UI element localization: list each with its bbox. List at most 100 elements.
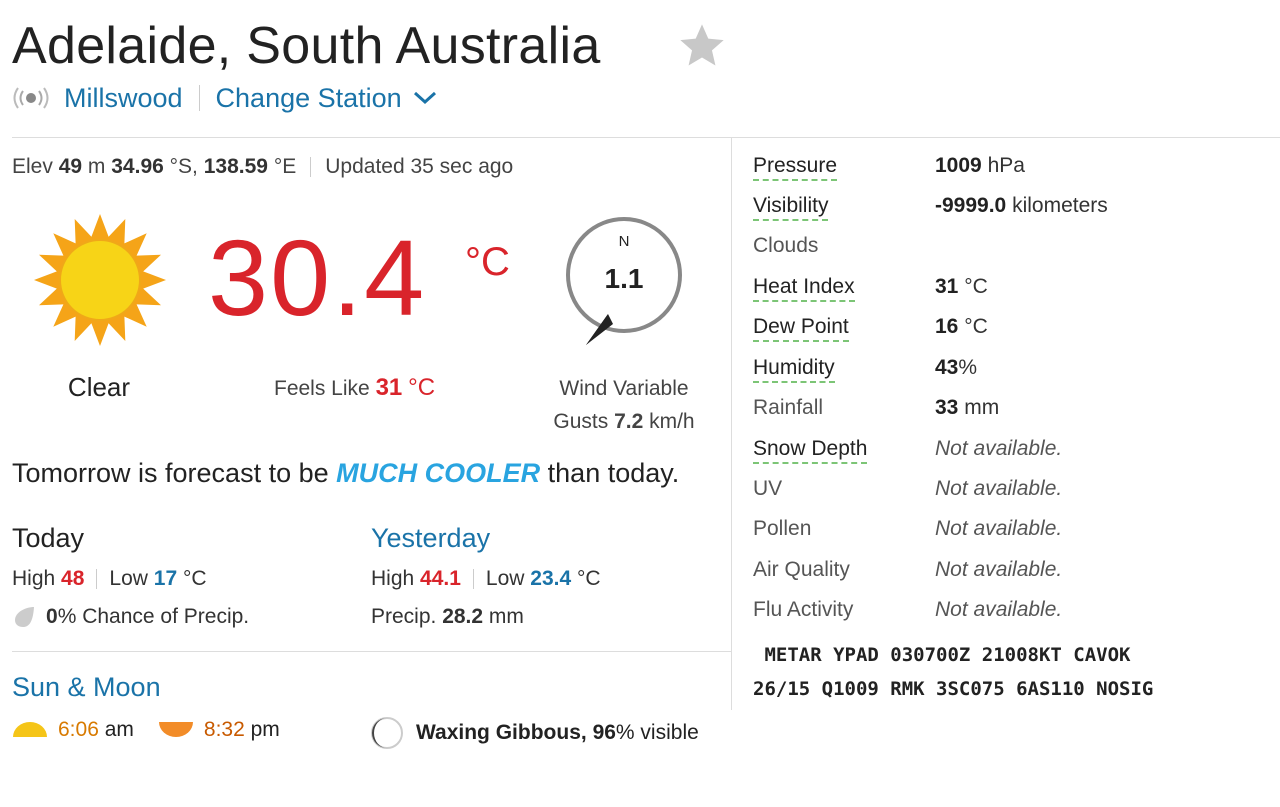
dew-point-label[interactable]: Dew Point — [753, 315, 849, 342]
divider — [198, 85, 200, 111]
uv-value: Not available. — [935, 477, 1063, 500]
humidity-unit: % — [958, 356, 978, 379]
moon-icon — [371, 717, 403, 749]
updated-value: 35 sec ago — [410, 155, 514, 178]
heat-index-label[interactable]: Heat Index — [753, 275, 855, 302]
heat-index-unit: °C — [964, 275, 988, 298]
yesterday-low-value: 23.4 — [530, 567, 572, 590]
moon-phase-name: Waxing Gibbous, — [416, 721, 587, 744]
temperature-value: 30.4 — [208, 217, 427, 338]
raindrop-icon — [15, 607, 34, 627]
dew-point-value: 16 — [935, 315, 959, 338]
updated-label: Updated — [325, 155, 405, 178]
feels-like-unit: °C — [408, 374, 436, 401]
heat-index-value: 31 — [935, 275, 959, 298]
wind-direction: N — [619, 233, 630, 250]
sun-icon — [34, 214, 166, 346]
elev-unit: m — [87, 155, 106, 178]
today-precip-text: % Chance of Precip. — [57, 605, 250, 628]
gusts-label: Gusts — [553, 410, 609, 433]
gusts-unit: km/h — [649, 410, 695, 433]
elev-value: 49 — [58, 155, 83, 178]
dew-point-unit: °C — [964, 315, 988, 338]
air-quality-label: Air Quality — [753, 558, 850, 581]
forecast-highlight: MUCH COOLER — [336, 458, 541, 488]
sunset-icon — [158, 722, 193, 737]
metar-line-1: METAR YPAD 030700Z 21008KT CAVOK — [753, 644, 1131, 666]
condition-text: Clear — [67, 372, 131, 402]
flu-activity-value: Not available. — [935, 598, 1063, 621]
today-precip: 0% Chance of Precip. — [12, 605, 249, 629]
sunrise-time: 6:06 — [58, 718, 99, 741]
today-low-label: Low — [109, 567, 148, 590]
chevron-down-icon[interactable] — [412, 89, 438, 107]
visibility-unit: kilometers — [1012, 194, 1108, 217]
today-heading: Today — [12, 523, 85, 553]
feels-like: Feels Like 31 °C — [274, 374, 435, 402]
sunrise-unit: am — [104, 718, 134, 741]
divider — [310, 157, 312, 177]
page-title: Adelaide, South Australia — [12, 17, 601, 75]
condition-row: Heat Index 31 °C — [753, 271, 1253, 311]
pressure-label[interactable]: Pressure — [753, 154, 838, 181]
change-station-button[interactable]: Change Station — [216, 83, 402, 114]
column-divider — [731, 138, 732, 710]
condition-row: Snow Depth Not available. — [753, 433, 1253, 473]
yesterday-precip: Precip. 28.2 mm — [371, 605, 524, 629]
sun-moon-heading[interactable]: Sun & Moon — [12, 672, 161, 703]
yesterday-unit: °C — [577, 567, 601, 590]
today-high-label: High — [12, 567, 56, 590]
section-divider — [12, 651, 731, 652]
humidity-value: 43 — [935, 356, 959, 379]
condition-row: Visibility -9999.0 kilometers — [753, 190, 1253, 230]
latitude-unit: °S, — [169, 155, 198, 178]
today-high-low: High 48 Low 17 °C — [12, 567, 207, 591]
condition-row: Clouds — [753, 230, 1253, 270]
divider — [96, 569, 98, 589]
metar-line-2: 26/15 Q1009 RMK 3SC075 6AS110 NOSIG — [753, 678, 1154, 700]
moon-visible-pct: 96 — [592, 721, 616, 744]
star-icon[interactable] — [676, 20, 728, 72]
wind-speed: 1.1 — [605, 263, 644, 294]
yesterday-low-label: Low — [485, 567, 525, 590]
air-quality-value: Not available. — [935, 558, 1063, 581]
wind-info: Wind Variable Gusts 7.2 km/h — [530, 372, 718, 438]
pressure-value: 1009 — [935, 154, 982, 177]
pollen-value: Not available. — [935, 517, 1063, 540]
gusts-value: 7.2 — [614, 410, 644, 433]
yesterday-precip-unit: mm — [488, 605, 524, 628]
rainfall-unit: mm — [964, 396, 1000, 419]
humidity-label[interactable]: Humidity — [753, 356, 835, 383]
moon-visible-suffix: % visible — [615, 721, 699, 744]
station-link[interactable]: Millswood — [64, 83, 183, 114]
yesterday-heading[interactable]: Yesterday — [371, 523, 490, 554]
condition-row: Rainfall 33 mm — [753, 392, 1253, 432]
today-low-value: 17 — [153, 567, 178, 590]
yesterday-high-label: High — [371, 567, 415, 590]
station-meta: Elev 49 m 34.96 °S, 138.59 °E Updated 35… — [12, 155, 513, 179]
today-unit: °C — [182, 567, 207, 590]
today-precip-value: 0 — [46, 605, 58, 628]
sun-times: 6:06 am 8:32 pm — [12, 718, 280, 742]
condition-row: Air Quality Not available. — [753, 554, 1253, 594]
forecast-suffix: than today. — [547, 458, 680, 488]
latitude-value: 34.96 — [111, 155, 164, 178]
visibility-label[interactable]: Visibility — [753, 194, 829, 221]
sunset-unit: pm — [250, 718, 280, 741]
feels-like-label: Feels Like — [274, 377, 370, 400]
rainfall-value: 33 — [935, 396, 959, 419]
yesterday-precip-label: Precip. — [371, 605, 437, 628]
forecast-prefix: Tomorrow is forecast to be — [12, 458, 329, 488]
signal-icon — [13, 87, 49, 109]
temperature-unit[interactable]: °C — [465, 240, 510, 285]
condition-row: Pollen Not available. — [753, 513, 1253, 553]
yesterday-high-value: 44.1 — [420, 567, 461, 590]
pollen-label: Pollen — [753, 517, 812, 540]
wind-label: Wind Variable — [559, 377, 689, 400]
snow-depth-label[interactable]: Snow Depth — [753, 437, 868, 464]
longitude-unit: °E — [273, 155, 297, 178]
today-high-value: 48 — [61, 567, 85, 590]
sunset-time: 8:32 — [203, 718, 245, 741]
uv-label: UV — [753, 477, 783, 500]
pressure-unit: hPa — [987, 154, 1025, 177]
